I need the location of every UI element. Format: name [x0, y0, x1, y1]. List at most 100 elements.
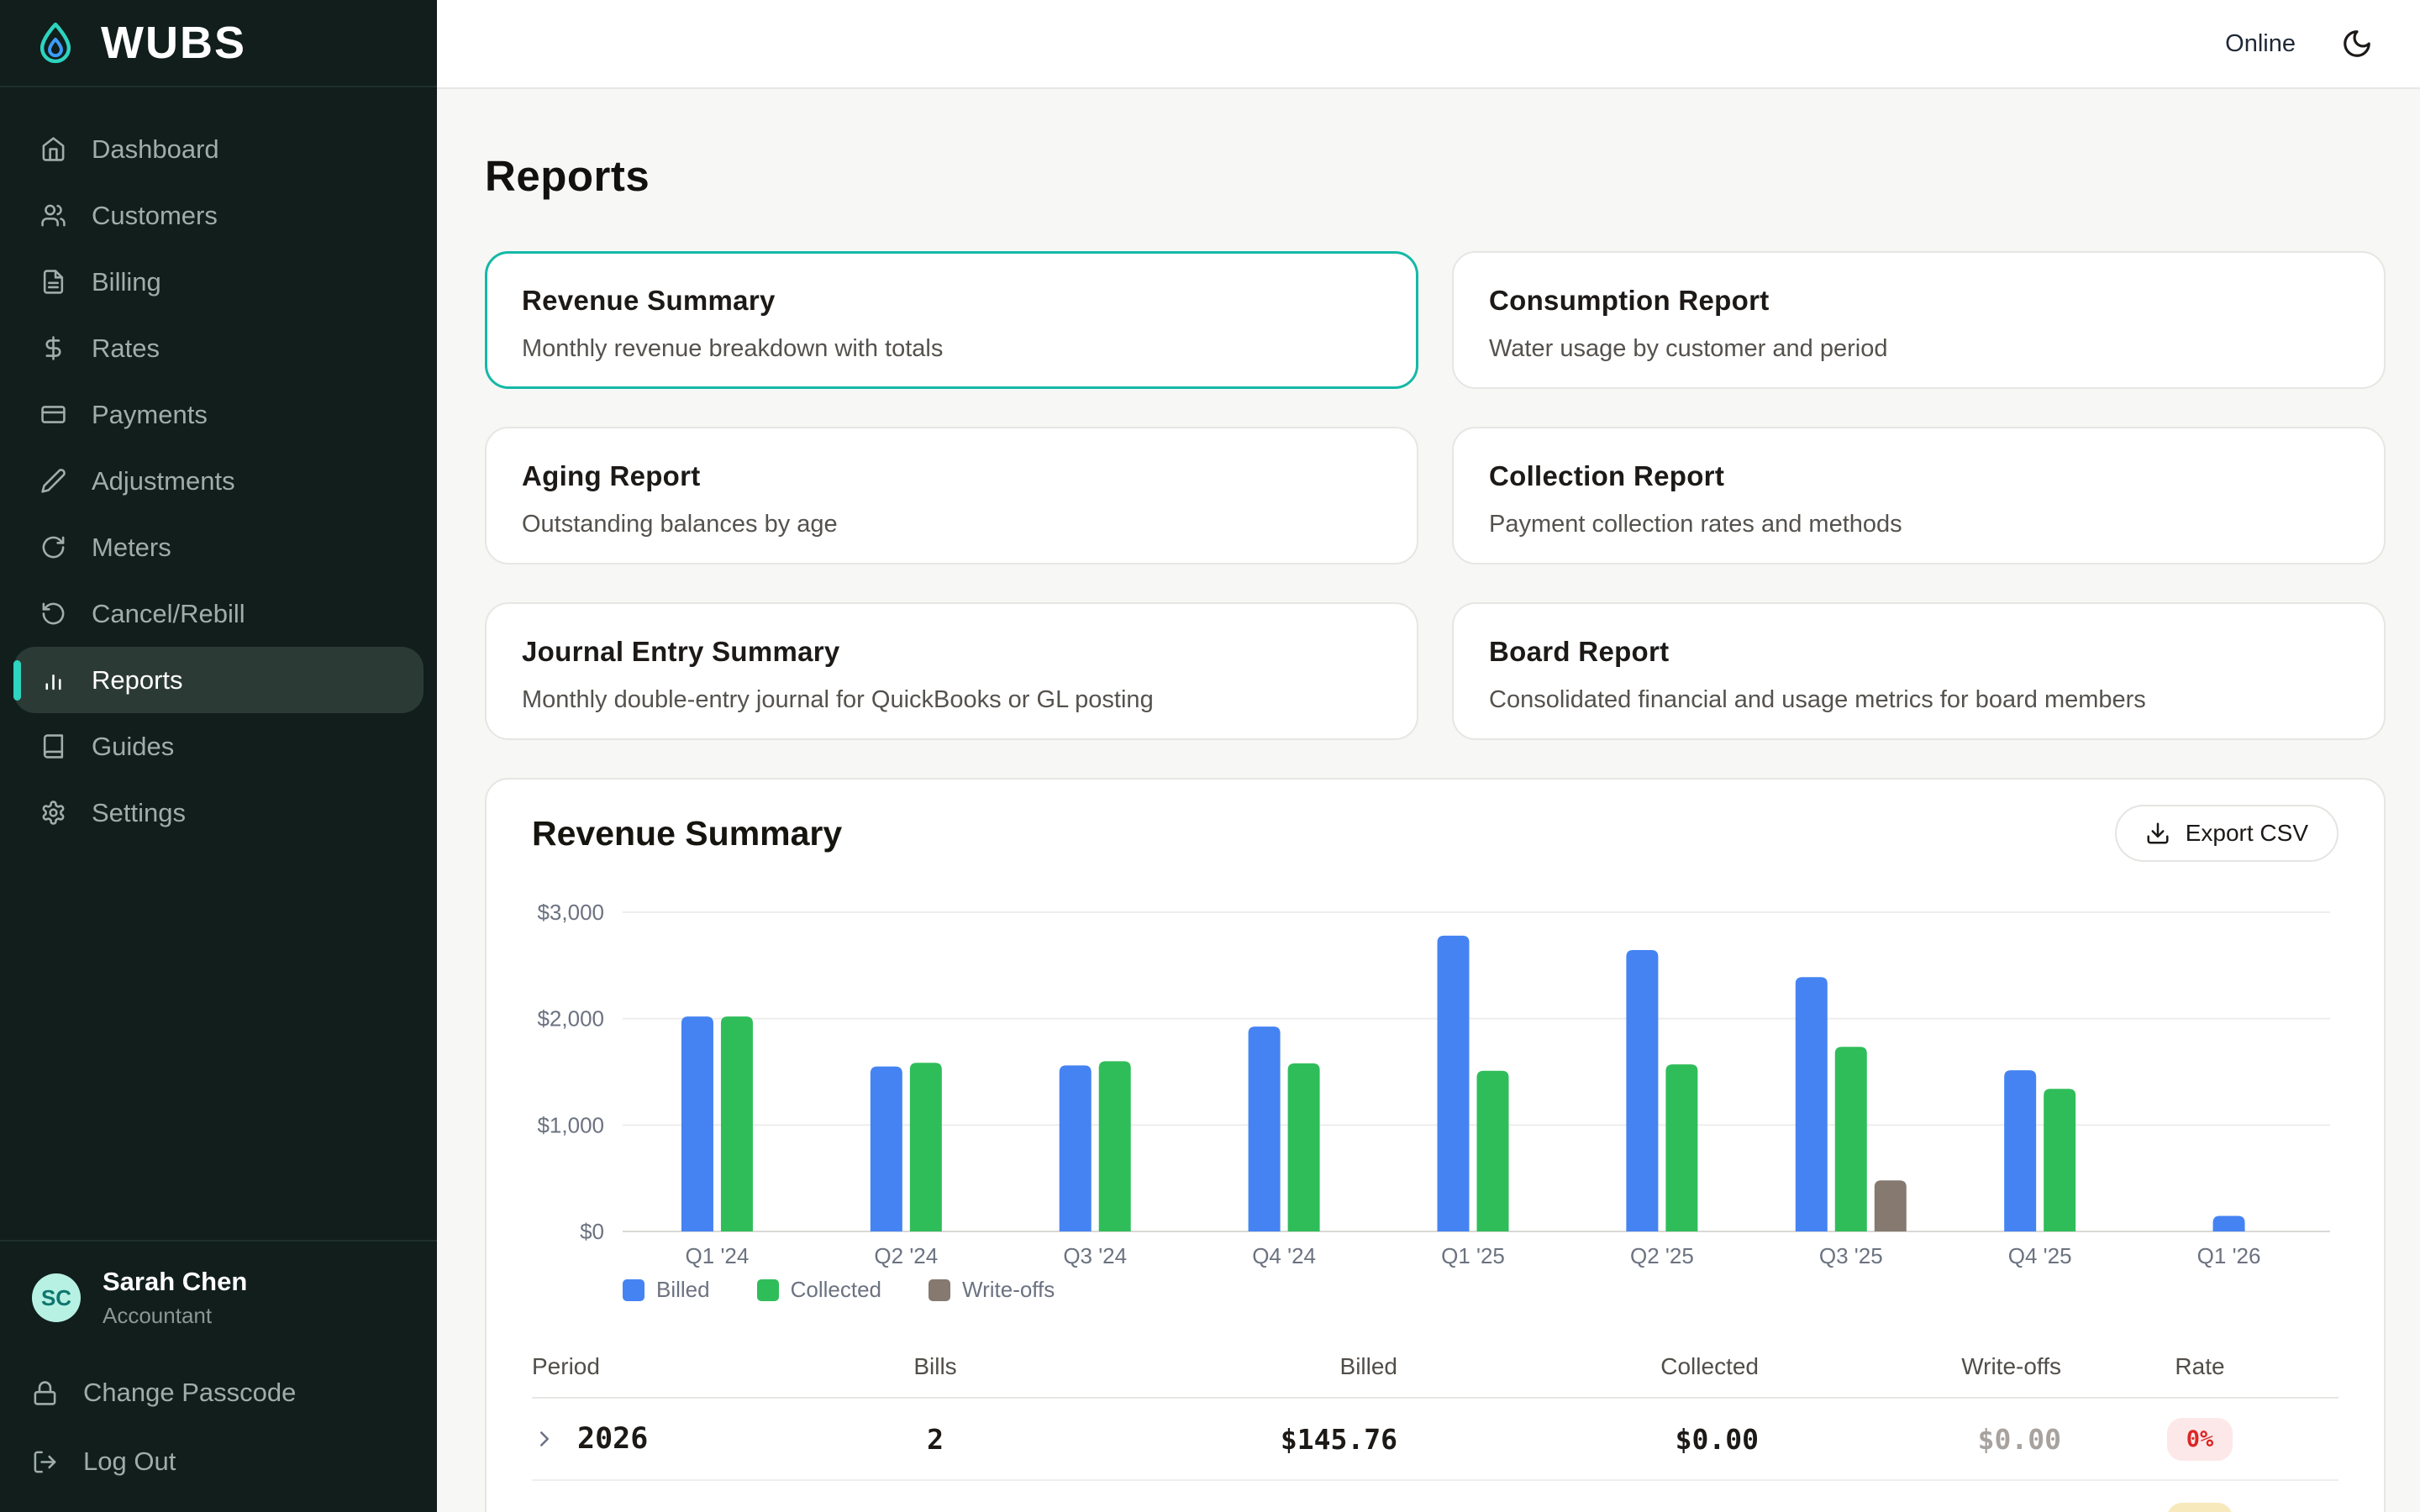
- change-passcode-button[interactable]: Change Passcode: [32, 1378, 405, 1408]
- sidebar-item-cancel-rebill[interactable]: Cancel/Rebill: [13, 580, 424, 647]
- avatar: SC: [32, 1273, 81, 1322]
- card-title: Consumption Report: [1489, 285, 2349, 317]
- chevron-right-icon[interactable]: [532, 1426, 557, 1452]
- card-title: Collection Report: [1489, 460, 2349, 492]
- svg-text:Q1 '24: Q1 '24: [686, 1243, 750, 1268]
- sidebar-item-label: Billing: [92, 267, 161, 297]
- brand-logo-row: WUBS: [0, 0, 437, 87]
- card-title: Board Report: [1489, 636, 2349, 668]
- sidebar-item-settings[interactable]: Settings: [13, 780, 424, 846]
- svg-text:$3,000: $3,000: [537, 904, 604, 925]
- col-collected: Collected: [1397, 1353, 1759, 1380]
- sidebar-item-label: Rates: [92, 333, 160, 364]
- change-passcode-label: Change Passcode: [83, 1378, 296, 1408]
- lock-icon: [32, 1380, 58, 1406]
- report-card-revenue-summary[interactable]: Revenue Summary Monthly revenue breakdow…: [485, 251, 1418, 389]
- svg-text:Q4 '24: Q4 '24: [1252, 1243, 1316, 1268]
- credit-card-icon: [40, 402, 66, 428]
- sidebar-item-reports[interactable]: Reports: [13, 647, 424, 713]
- log-out-button[interactable]: Log Out: [32, 1446, 405, 1477]
- log-out-label: Log Out: [83, 1446, 176, 1477]
- sidebar-item-meters[interactable]: Meters: [13, 514, 424, 580]
- chart-legend: Billed Collected Write-offs: [623, 1277, 2338, 1303]
- svg-text:$1,000: $1,000: [537, 1112, 604, 1137]
- report-card-board-report[interactable]: Board Report Consolidated financial and …: [1452, 602, 2386, 740]
- sidebar-item-label: Guides: [92, 732, 174, 762]
- legend-swatch: [757, 1279, 779, 1301]
- sidebar-nav: Dashboard Customers Billing Rates Paymen…: [0, 87, 437, 846]
- revenue-summary-panel: Revenue Summary Export CSV $0$1,000$2,00…: [485, 778, 2386, 1512]
- card-title: Journal Entry Summary: [522, 636, 1381, 668]
- refresh-cw-icon: [40, 534, 66, 560]
- book-icon: [40, 733, 66, 759]
- collected-value: $0.00: [1397, 1423, 1759, 1456]
- legend-label: Billed: [656, 1277, 710, 1303]
- active-notch: [13, 660, 21, 701]
- table-header: Period Bills Billed Collected Write-offs…: [532, 1336, 2338, 1399]
- svg-text:Q1 '25: Q1 '25: [1441, 1243, 1505, 1268]
- svg-text:$0: $0: [580, 1219, 604, 1244]
- card-description: Monthly double-entry journal for QuickBo…: [522, 686, 1381, 714]
- sidebar-item-label: Customers: [92, 201, 218, 231]
- sidebar-footer: SC Sarah Chen Accountant Change Passcode…: [0, 1240, 437, 1512]
- dark-mode-toggle[interactable]: [2341, 28, 2373, 60]
- download-icon: [2145, 821, 2170, 846]
- export-csv-button[interactable]: Export CSV: [2115, 805, 2338, 862]
- log-out-icon: [32, 1449, 58, 1475]
- brand-name: WUBS: [101, 17, 246, 69]
- revenue-bar-chart: $0$1,000$2,000$3,000Q1 '24Q2 '24Q3 '24Q4…: [532, 904, 2338, 1303]
- revenue-table: Period Bills Billed Collected Write-offs…: [532, 1336, 2338, 1512]
- legend-label: Collected: [791, 1277, 881, 1303]
- user-profile: SC Sarah Chen Accountant: [32, 1267, 405, 1329]
- report-card-aging-report[interactable]: Aging Report Outstanding balances by age: [485, 427, 1418, 564]
- report-card-consumption-report[interactable]: Consumption Report Water usage by custom…: [1452, 251, 2386, 389]
- legend-item-write-offs: Write-offs: [929, 1277, 1055, 1303]
- report-card-collection-report[interactable]: Collection Report Payment collection rat…: [1452, 427, 2386, 564]
- card-title: Aging Report: [522, 460, 1381, 492]
- sidebar-item-label: Reports: [92, 665, 183, 696]
- period-value: 2026: [577, 1422, 648, 1456]
- card-description: Water usage by customer and period: [1489, 335, 2349, 363]
- svg-text:Q4 '25: Q4 '25: [2008, 1243, 2072, 1268]
- sidebar-item-label: Meters: [92, 533, 171, 563]
- user-name: Sarah Chen: [103, 1267, 247, 1297]
- table-row: 2026 2 $145.76 $0.00 $0.00 0%: [532, 1399, 2338, 1481]
- refresh-ccw-icon: [40, 601, 66, 627]
- legend-item-billed: Billed: [623, 1277, 710, 1303]
- bar-chart-icon: [40, 667, 66, 693]
- sidebar-item-label: Adjustments: [92, 466, 235, 496]
- online-status-dot: [2196, 37, 2210, 51]
- sidebar-item-payments[interactable]: Payments: [13, 381, 424, 448]
- export-csv-label: Export CSV: [2186, 820, 2308, 847]
- page-title: Reports: [485, 155, 2386, 197]
- connection-status: Online: [2196, 30, 2296, 58]
- card-description: Monthly revenue breakdown with totals: [522, 335, 1381, 363]
- legend-item-collected: Collected: [757, 1277, 881, 1303]
- sidebar-item-adjustments[interactable]: Adjustments: [13, 448, 424, 514]
- sidebar-item-label: Settings: [92, 798, 186, 828]
- svg-text:$2,000: $2,000: [537, 1006, 604, 1032]
- online-status-label: Online: [2225, 30, 2296, 58]
- topbar: Online: [437, 0, 2420, 89]
- col-rate: Rate: [2061, 1353, 2338, 1380]
- card-description: Payment collection rates and methods: [1489, 511, 2349, 538]
- svg-text:Q3 '24: Q3 '24: [1063, 1243, 1127, 1268]
- sidebar-item-customers[interactable]: Customers: [13, 182, 424, 249]
- sidebar-item-rates[interactable]: Rates: [13, 315, 424, 381]
- svg-text:Q2 '25: Q2 '25: [1630, 1243, 1694, 1268]
- card-description: Outstanding balances by age: [522, 511, 1381, 538]
- legend-label: Write-offs: [962, 1277, 1055, 1303]
- writeoffs-value: $0.00: [1759, 1423, 2061, 1456]
- users-icon: [40, 202, 66, 228]
- main-content: Reports Revenue Summary Monthly revenue …: [437, 89, 2420, 1512]
- sidebar-item-label: Payments: [92, 400, 208, 430]
- svg-text:Q1 '26: Q1 '26: [2197, 1243, 2261, 1268]
- sidebar-item-dashboard[interactable]: Dashboard: [13, 116, 424, 182]
- report-card-journal-entry-summary[interactable]: Journal Entry Summary Monthly double-ent…: [485, 602, 1418, 740]
- rate-badge: 0%: [2167, 1418, 2233, 1461]
- pencil-icon: [40, 468, 66, 494]
- sidebar-item-billing[interactable]: Billing: [13, 249, 424, 315]
- card-title: Revenue Summary: [522, 285, 1381, 317]
- table-row-partial: [532, 1481, 2338, 1512]
- sidebar-item-guides[interactable]: Guides: [13, 713, 424, 780]
